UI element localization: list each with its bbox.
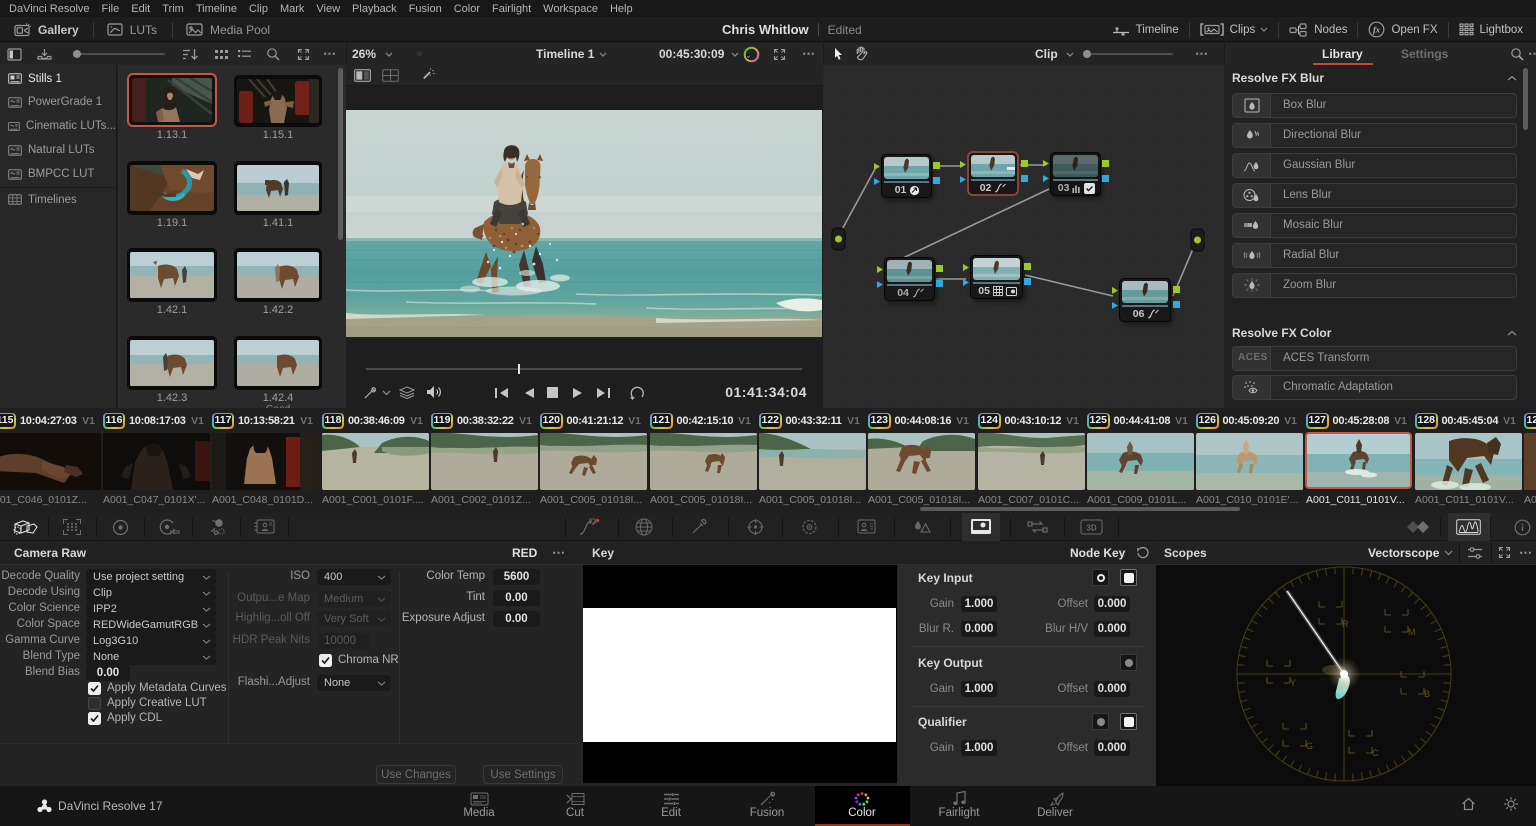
svg-text:G: G <box>1306 741 1313 751</box>
svg-text:R: R <box>1342 619 1349 629</box>
svg-text:C: C <box>1372 748 1379 758</box>
svg-text:fx: fx <box>1373 25 1381 35</box>
svg-text:M: M <box>1408 627 1416 637</box>
svg-text:3D: 3D <box>1086 524 1096 533</box>
svg-text:B: B <box>1424 689 1430 699</box>
svg-text:HDR: HDR <box>170 530 180 536</box>
svg-text:Y: Y <box>1290 678 1296 688</box>
